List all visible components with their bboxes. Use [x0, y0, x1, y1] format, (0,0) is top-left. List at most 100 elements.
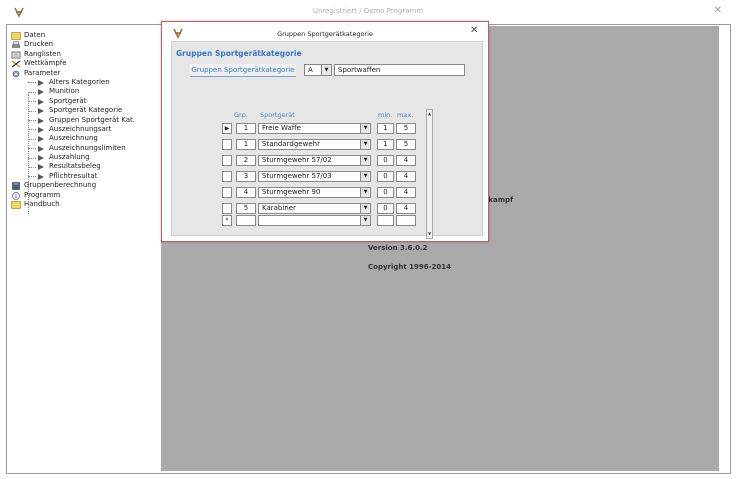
tree-item-label: Ranglisten — [24, 49, 61, 58]
dropdown-arrow-icon[interactable]: ▼ — [360, 204, 370, 213]
code-value: A — [308, 66, 313, 74]
scroll-up-icon[interactable]: ▲ — [427, 110, 432, 118]
tree-subitem-auszahlung[interactable]: Auszahlung — [8, 153, 158, 162]
record-selector[interactable] — [222, 187, 232, 198]
tree-subitem-resultatsbeleg[interactable]: Resultatsbeleg — [8, 162, 158, 171]
tree-item-label: Daten — [24, 31, 46, 39]
tree-item-drucken[interactable]: Drucken — [8, 40, 158, 49]
tree-connector-line — [28, 94, 29, 214]
tree-item-ranglisten[interactable]: Ranglisten — [8, 50, 158, 59]
tree-subitem-label: Auszahlung — [49, 153, 90, 162]
max-cell[interactable]: 5 — [396, 139, 416, 150]
grp-cell[interactable]: 2 — [236, 155, 256, 166]
table-row[interactable]: 2 Sturmgewehr 57/02 ▼ 0 4 — [222, 155, 432, 166]
code-combobox[interactable]: A ▼ — [304, 64, 332, 76]
max-cell[interactable]: 4 — [396, 171, 416, 182]
record-selector[interactable] — [222, 203, 232, 214]
tree-subitem-pflichtresultat[interactable]: Pflichtresultat — [8, 172, 158, 181]
grp-cell[interactable] — [236, 215, 256, 226]
book-icon — [12, 182, 20, 190]
tree-item-programm[interactable]: Programm — [8, 191, 158, 200]
sportgeraet-combobox[interactable]: Freie Waffe ▼ — [258, 123, 371, 134]
window-close-button[interactable]: ✕ — [714, 5, 722, 16]
dialog-close-button[interactable]: ✕ — [470, 25, 478, 36]
grp-cell[interactable]: 3 — [236, 171, 256, 182]
record-selector[interactable]: ▶ — [222, 123, 232, 134]
table-row[interactable]: 3 Sturmgewehr 57/03 ▼ 0 4 — [222, 171, 432, 182]
arrow-right-icon — [38, 126, 44, 133]
tree-item-label: Drucken — [24, 40, 54, 49]
tree-subitem-sportgeraet[interactable]: Sportgerät — [8, 97, 158, 106]
max-cell[interactable]: 5 — [396, 123, 416, 134]
dropdown-arrow-icon[interactable]: ▼ — [360, 124, 370, 133]
tree-subitem-gruppen-sportgeraet-kat[interactable]: Gruppen Sportgerät Kat. — [8, 116, 158, 125]
name-input[interactable]: Sportwaffen — [334, 64, 465, 76]
table-row[interactable]: 4 Sturmgewehr 90 ▼ 0 4 — [222, 187, 432, 198]
tree-subitem-label: Auszeichnungsart — [49, 124, 112, 133]
dropdown-arrow-icon[interactable]: ▼ — [321, 65, 331, 75]
tree-subitem-alters-kategorien[interactable]: Alters Kategorien — [8, 78, 158, 87]
grp-cell[interactable]: 4 — [236, 187, 256, 198]
record-selector[interactable] — [222, 155, 232, 166]
printer-icon — [12, 41, 20, 49]
grp-cell[interactable]: 1 — [236, 123, 256, 134]
arrow-right-icon — [38, 89, 44, 96]
column-header-grp: Grp. — [234, 111, 248, 119]
dropdown-arrow-icon[interactable]: ▼ — [360, 140, 370, 149]
new-record-marker[interactable]: * — [222, 215, 232, 226]
min-cell[interactable]: 1 — [377, 123, 394, 134]
background-title-fragment: tkampf — [485, 196, 514, 204]
min-cell[interactable]: 0 — [377, 203, 394, 214]
new-record-row[interactable]: * ▼ — [222, 215, 432, 226]
sportgeraet-combobox[interactable]: Sturmgewehr 57/03 ▼ — [258, 171, 371, 182]
dropdown-arrow-icon[interactable]: ▼ — [360, 188, 370, 197]
arrow-right-icon — [38, 98, 44, 105]
vertical-scrollbar[interactable]: ▲ ▼ — [426, 109, 433, 239]
sportgeraet-combobox[interactable]: Sturmgewehr 57/02 ▼ — [258, 155, 371, 166]
sportgeraet-value: Sturmgewehr 57/03 — [262, 172, 332, 180]
scroll-down-icon[interactable]: ▼ — [427, 230, 432, 238]
record-selector[interactable] — [222, 139, 232, 150]
ranking-icon — [11, 51, 21, 59]
sportgeraet-combobox[interactable]: Sturmgewehr 90 ▼ — [258, 187, 371, 198]
tree-item-wettkaempfe[interactable]: Wettkämpfe — [8, 59, 158, 68]
tree-item-gruppenberechnung[interactable]: Gruppenberechnung — [8, 181, 158, 190]
tree-subitem-munition[interactable]: Munition — [8, 87, 158, 96]
gruppen-field-label[interactable]: Gruppen Sportgerätkategorie — [190, 64, 296, 77]
arrow-right-icon — [38, 136, 44, 143]
dropdown-arrow-icon[interactable]: ▼ — [360, 156, 370, 165]
tree-subitem-label: Resultatsbeleg — [49, 162, 101, 171]
max-cell[interactable]: 4 — [396, 155, 416, 166]
grp-cell[interactable]: 1 — [236, 139, 256, 150]
max-cell[interactable]: 4 — [396, 187, 416, 198]
sportgeraet-combobox[interactable]: Standardgewehr ▼ — [258, 139, 371, 150]
record-selector[interactable] — [222, 171, 232, 182]
min-cell[interactable] — [377, 215, 394, 226]
min-cell[interactable]: 0 — [377, 155, 394, 166]
dropdown-arrow-icon[interactable]: ▼ — [360, 216, 370, 225]
tree-subitem-auszeichnung[interactable]: Auszeichnung — [8, 134, 158, 143]
tree-item-handbuch[interactable]: Handbuch — [8, 200, 158, 210]
min-cell[interactable]: 0 — [377, 171, 394, 182]
nav-tree: Daten Drucken Ranglisten Wettkämpfe Para… — [8, 31, 158, 210]
max-cell[interactable] — [396, 215, 416, 226]
section-title: Gruppen Sportgerätkategorie — [176, 49, 302, 58]
folder-icon — [11, 201, 21, 210]
tree-subitem-sportgeraet-kategorie[interactable]: Sportgerät Kategorie — [8, 106, 158, 115]
min-cell[interactable]: 1 — [377, 139, 394, 150]
table-row[interactable]: 5 Karabiner ▼ 0 4 — [222, 203, 432, 214]
tree-subitem-auszeichnungslimiten[interactable]: Auszeichnungslimiten — [8, 144, 158, 153]
arrow-right-icon — [38, 79, 44, 86]
sportgeraet-value: Freie Waffe — [262, 124, 301, 132]
grp-cell[interactable]: 5 — [236, 203, 256, 214]
tree-subitem-auszeichnungsart[interactable]: Auszeichnungsart — [8, 125, 158, 134]
table-row[interactable]: ▶ 1 Freie Waffe ▼ 1 5 — [222, 123, 432, 134]
max-cell[interactable]: 4 — [396, 203, 416, 214]
tree-item-parameter[interactable]: Parameter — [8, 69, 158, 78]
min-cell[interactable]: 0 — [377, 187, 394, 198]
dropdown-arrow-icon[interactable]: ▼ — [360, 172, 370, 181]
sportgeraet-combobox[interactable]: Karabiner ▼ — [258, 203, 371, 214]
tree-item-daten[interactable]: Daten — [8, 31, 158, 40]
sportgeraet-combobox[interactable]: ▼ — [258, 215, 371, 226]
table-row[interactable]: 1 Standardgewehr ▼ 1 5 — [222, 139, 432, 150]
